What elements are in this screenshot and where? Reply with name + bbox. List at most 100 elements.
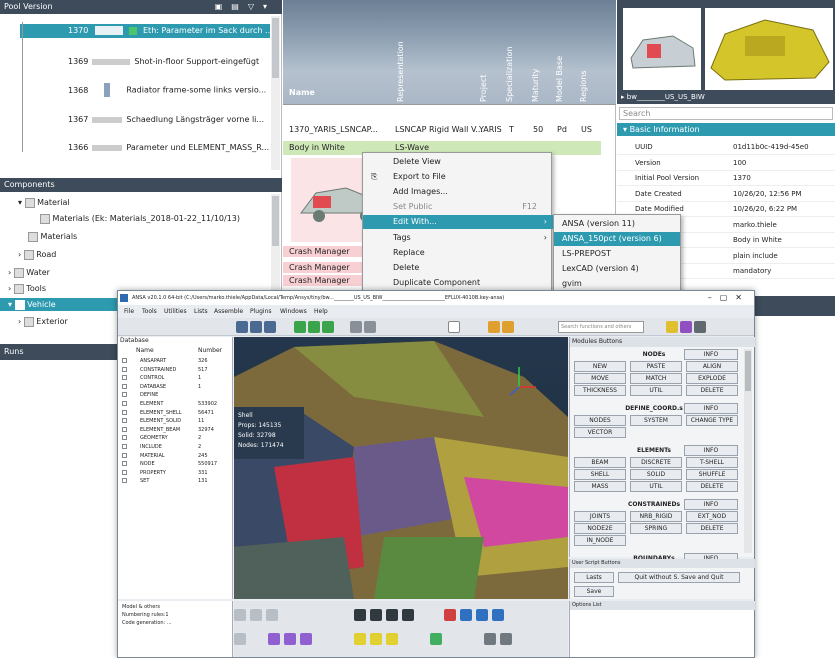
db-row-check[interactable]: [122, 469, 127, 475]
toolbar-icon[interactable]: [386, 609, 398, 621]
db-row-check[interactable]: [122, 435, 127, 441]
3d-viewport[interactable]: Shell Props: 145135 Solid: 32798 Nodes: …: [234, 337, 568, 599]
menu-utilities[interactable]: Utilities: [164, 306, 187, 317]
db-row-check[interactable]: [122, 461, 127, 467]
menu-assemble[interactable]: Assemble: [214, 306, 243, 317]
pool-item-1367[interactable]: 1367 Schaedlung Längsträger vorne li...: [20, 113, 270, 127]
module-button[interactable]: EXPLODE: [686, 373, 738, 384]
module-button[interactable]: CHANGE TYPE: [686, 415, 738, 426]
submenu-lexcad[interactable]: LexCAD (version 4): [554, 262, 680, 276]
module-button[interactable]: MASS: [574, 481, 626, 492]
db-row-check[interactable]: [122, 375, 127, 381]
menu-windows[interactable]: Windows: [280, 306, 307, 317]
toolbar-icon[interactable]: [500, 633, 512, 645]
pool-item-1370[interactable]: 1370 Eth: Parameter im Sack durch ...: [20, 24, 270, 38]
module-button[interactable]: DELETE: [686, 523, 738, 534]
db-row[interactable]: PROPERTY 331: [118, 469, 233, 477]
db-row-check[interactable]: [122, 418, 127, 424]
db-col-name[interactable]: Name: [136, 347, 154, 354]
preview-image-2[interactable]: [705, 8, 833, 90]
module-info-button[interactable]: INFO: [684, 349, 738, 360]
toolbar-icon[interactable]: [460, 609, 472, 621]
db-row[interactable]: MATERIAL 245: [118, 452, 233, 460]
search-field[interactable]: Search: [619, 107, 833, 120]
db-row[interactable]: ELEMENT_SHELL 56471: [118, 409, 233, 417]
menu-file[interactable]: File: [124, 306, 134, 317]
menu-tools[interactable]: Tools: [142, 306, 157, 317]
module-button[interactable]: MATCH: [630, 373, 682, 384]
toolbar-icon[interactable]: [234, 633, 246, 645]
toolbar-icon[interactable]: [386, 633, 398, 645]
module-button[interactable]: VECTOR: [574, 427, 626, 438]
menu-set-public[interactable]: Set Public F12: [363, 200, 553, 214]
toolbar-icon[interactable]: [444, 609, 456, 621]
tree-road[interactable]: › Road: [18, 248, 56, 261]
modules-scrollbar[interactable]: [744, 349, 752, 553]
module-button[interactable]: EXT_NOD: [686, 511, 738, 522]
toolbar-icon[interactable]: [264, 321, 276, 333]
module-button[interactable]: SYSTEM: [630, 415, 682, 426]
toolbar-icon[interactable]: [354, 609, 366, 621]
db-row-check[interactable]: [122, 426, 127, 432]
db-row-check[interactable]: [122, 366, 127, 372]
toolbar-icon[interactable]: [370, 609, 382, 621]
toolbar-icon[interactable]: [236, 321, 248, 333]
db-row[interactable]: ANSAPART 326: [118, 357, 233, 365]
menu-add-images[interactable]: Add Images...: [363, 185, 553, 199]
pool-item-1366[interactable]: 1366 Parameter und ELEMENT_MASS_R...: [20, 141, 270, 155]
table-row[interactable]: Crash Manager: [283, 262, 363, 273]
module-button[interactable]: SHELL: [574, 469, 626, 480]
toolbar-icon[interactable]: [430, 633, 442, 645]
menu-duplicate-component[interactable]: Duplicate Component: [363, 276, 553, 290]
module-info-button[interactable]: INFO: [684, 445, 738, 456]
tree-materials-ek[interactable]: Materials (Ek: Materials_2018-01-22_11/1…: [40, 212, 240, 225]
toolbar-icon[interactable]: [502, 321, 514, 333]
toolbar-icon[interactable]: [354, 633, 366, 645]
function-search-input[interactable]: Search functions and others: [558, 321, 644, 333]
toolbar-icon[interactable]: [364, 321, 376, 333]
db-row-check[interactable]: [122, 383, 127, 389]
module-button[interactable]: DISCRETE: [630, 457, 682, 468]
db-row[interactable]: INCLUDE 2: [118, 443, 233, 451]
module-button[interactable]: UTIL: [630, 385, 682, 396]
module-button[interactable]: NODES: [574, 415, 626, 426]
module-button[interactable]: NODE2E: [574, 523, 626, 534]
toolbar-icon[interactable]: [476, 609, 488, 621]
db-row[interactable]: ELEMENT_BEAM 32974: [118, 426, 233, 434]
toolbar-icon[interactable]: [308, 321, 320, 333]
submenu-ansa-11[interactable]: ANSA (version 11): [554, 217, 680, 231]
col-model-base[interactable]: Model Base: [555, 30, 567, 102]
col-representation[interactable]: Representation: [396, 20, 408, 102]
submenu-gvim[interactable]: gvim: [554, 277, 680, 291]
section-basic-information[interactable]: ▾ Basic Information: [617, 123, 835, 136]
db-row[interactable]: ELEMENT_SOLID 11: [118, 417, 233, 425]
module-button[interactable]: SPRING: [630, 523, 682, 534]
toolbar-icon[interactable]: [488, 321, 500, 333]
module-button[interactable]: MOVE: [574, 373, 626, 384]
module-button[interactable]: SOLID: [630, 469, 682, 480]
toolbar-icon[interactable]: [268, 633, 280, 645]
toolbar-icon[interactable]: [266, 609, 278, 621]
toolbar-icon[interactable]: [294, 321, 306, 333]
search-icon[interactable]: [448, 321, 460, 333]
module-button[interactable]: IN_NODE: [574, 535, 626, 546]
col-project[interactable]: Project: [479, 30, 491, 102]
db-row-check[interactable]: [122, 452, 127, 458]
db-row[interactable]: CONSTRAINED 517: [118, 366, 233, 374]
toolbar-icon[interactable]: [284, 633, 296, 645]
toolbar-icon[interactable]: [322, 321, 334, 333]
toolbar-icon[interactable]: [666, 321, 678, 333]
col-regions[interactable]: Regions: [579, 30, 591, 102]
menu-replace[interactable]: Replace: [363, 246, 553, 260]
submenu-ansa-150pct[interactable]: ANSA_150pct (version 6): [554, 232, 680, 246]
tree-exterior[interactable]: › Exterior: [18, 315, 68, 328]
col-name[interactable]: Name: [289, 88, 315, 97]
db-row[interactable]: GEOMETRY 2: [118, 434, 233, 442]
db-row[interactable]: SET 131: [118, 477, 233, 485]
toolbar-icons[interactable]: ▣▤▽▾: [215, 0, 276, 14]
module-button[interactable]: ALIGN: [686, 361, 738, 372]
db-row[interactable]: DEFINE: [118, 391, 233, 399]
db-row[interactable]: DATABASE 1: [118, 383, 233, 391]
col-maturity[interactable]: Maturity: [531, 30, 543, 102]
menu-lists[interactable]: Lists: [194, 306, 208, 317]
